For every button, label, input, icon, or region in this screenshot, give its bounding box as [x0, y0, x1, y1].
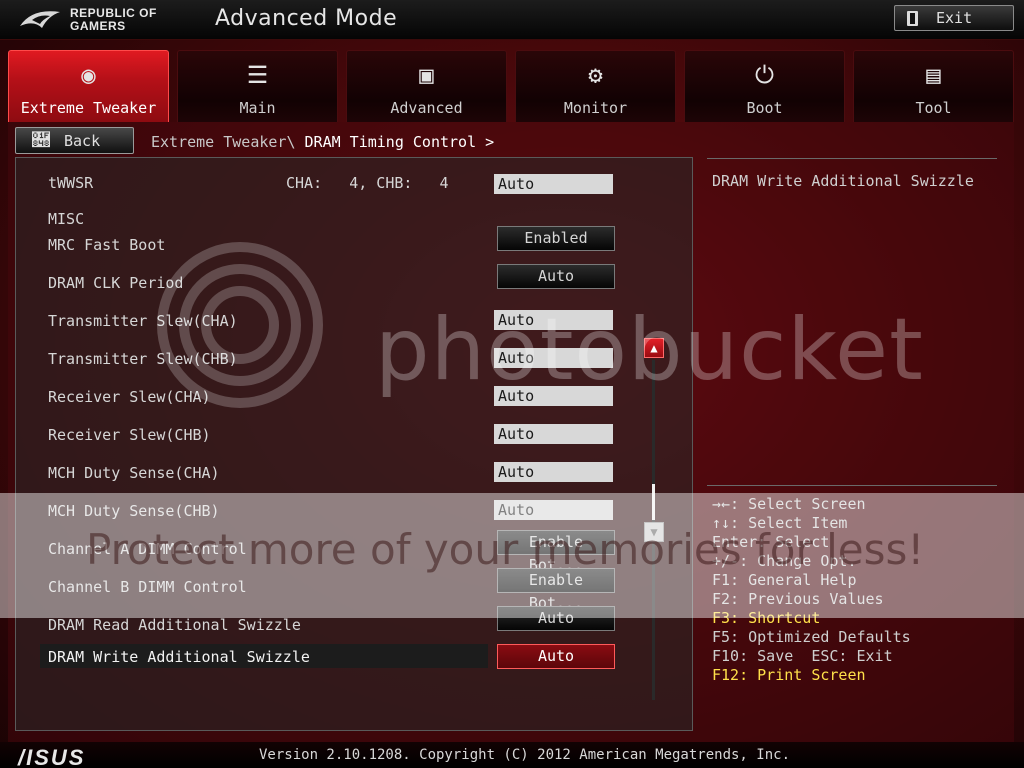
tweaker-icon: ◉ [81, 61, 96, 89]
key-hint: +/-: Change Opt. [712, 552, 857, 570]
key-hint: F1: General Help [712, 571, 857, 589]
key-hint-shortcut[interactable]: F3: Shortcut [712, 609, 911, 628]
asus-logo: /ISUS [18, 745, 86, 768]
scroll-down-arrow-icon[interactable]: ▼ [644, 522, 664, 542]
breadcrumb-parent[interactable]: Extreme Tweaker\ [151, 133, 296, 151]
back-button[interactable]: 🡈 Back [15, 127, 134, 154]
setting-value-field[interactable]: Auto [494, 386, 613, 406]
setting-label: DRAM CLK Period [48, 274, 184, 292]
brand-line-2: GAMERS [70, 19, 126, 33]
setting-row-receiver-slew-cha[interactable]: Receiver Slew(CHA) Auto [16, 374, 692, 408]
key-hint-print-screen[interactable]: F12: Print Screen [712, 666, 911, 685]
tab-label: Extreme Tweaker [20, 99, 157, 117]
tab-label: Main [239, 99, 276, 117]
key-legend: →←: Select Screen ↑↓: Select Item Enter:… [712, 495, 911, 685]
setting-value-button[interactable]: Auto [497, 606, 615, 631]
setting-label: MRC Fast Boot [48, 236, 166, 254]
setting-label: tWWSR [48, 174, 94, 192]
tab-boot[interactable]: ⏻ Boot [684, 50, 845, 122]
tab-label: Boot [746, 99, 783, 117]
setting-label: MCH Duty Sense(CHB) [48, 502, 220, 520]
tab-advanced[interactable]: ▣ Advanced [346, 50, 507, 122]
scroll-thumb[interactable] [652, 484, 655, 520]
setting-label: DRAM Read Additional Swizzle [48, 616, 301, 634]
tab-label: Monitor [563, 99, 628, 117]
key-hint: F10: Save ESC: Exit [712, 647, 893, 665]
scroll-up-arrow-icon[interactable]: ▲ [644, 338, 664, 358]
key-hint: Enter: Select [712, 533, 830, 551]
main-tabs: ◉ Extreme Tweaker ☰ Main ▣ Advanced ⚙ Mo… [8, 50, 1014, 122]
back-arrow-icon: 🡈 [32, 130, 50, 151]
setting-label: Receiver Slew(CHB) [48, 426, 211, 444]
setting-value-button[interactable]: Enable Bot... [497, 530, 615, 574]
channel-values: CHA: 4, CHB: 4 [286, 174, 449, 192]
top-bar: REPUBLIC OF GAMERS Advanced Mode Exit [0, 0, 1024, 40]
key-hint: →←: Select Screen [712, 495, 866, 513]
setting-value-field[interactable]: Auto [494, 310, 613, 330]
exit-label: Exit [936, 9, 973, 27]
breadcrumb: Extreme Tweaker\ DRAM Timing Control > [151, 133, 494, 151]
setting-value-field[interactable]: Auto [494, 424, 613, 444]
key-hint: F2: Previous Values [712, 590, 884, 608]
setting-row-channel-b-dimm-control[interactable]: Channel B DIMM Control Enable Bot... [16, 564, 692, 612]
setting-row-mrc-fast-boot[interactable]: MRC Fast Boot Enabled [16, 222, 692, 256]
setting-value-field[interactable]: Auto [494, 500, 613, 520]
setting-value-button[interactable]: Enabled [497, 226, 615, 251]
setting-row-transmitter-slew-cha[interactable]: Transmitter Slew(CHA) Auto [16, 298, 692, 332]
tab-label: Advanced [390, 99, 463, 117]
setting-value-button[interactable]: Auto [497, 264, 615, 289]
setting-row-receiver-slew-chb[interactable]: Receiver Slew(CHB) Auto [16, 412, 692, 446]
mode-title: Advanced Mode [215, 6, 398, 31]
rog-eye-icon [20, 11, 60, 28]
exit-button[interactable]: Exit [894, 5, 1014, 31]
tab-extreme-tweaker[interactable]: ◉ Extreme Tweaker [8, 50, 169, 122]
toolbox-icon: ▤ [926, 61, 941, 89]
setting-row-dram-clk-period[interactable]: DRAM CLK Period Auto [16, 260, 692, 294]
setting-value-field[interactable]: Auto [494, 462, 613, 482]
setting-row-transmitter-slew-chb[interactable]: Transmitter Slew(CHB) Auto [16, 336, 692, 370]
power-icon: ⏻ [755, 61, 774, 89]
setting-row-mch-duty-sense-chb[interactable]: MCH Duty Sense(CHB) Auto [16, 488, 692, 522]
gauge-icon: ⚙ [588, 61, 603, 89]
setting-row-dram-read-additional-swizzle[interactable]: DRAM Read Additional Swizzle Auto [16, 602, 692, 636]
setting-value-field[interactable]: Auto [494, 348, 613, 368]
setting-label: DRAM Write Additional Swizzle [48, 648, 310, 666]
rog-logo: REPUBLIC OF GAMERS [18, 4, 178, 36]
help-divider-top [707, 158, 997, 159]
setting-label: Receiver Slew(CHA) [48, 388, 211, 406]
setting-value-button[interactable]: Enable Bot... [497, 568, 615, 612]
setting-label: MCH Duty Sense(CHA) [48, 464, 220, 482]
tab-label: Tool [915, 99, 952, 117]
key-hint: ↑↓: Select Item [712, 514, 848, 532]
tab-monitor[interactable]: ⚙ Monitor [515, 50, 676, 122]
settings-list[interactable]: tWWSR CHA: 4, CHB: 4 Auto MISC MRC Fast … [15, 157, 693, 731]
help-divider-keys [707, 485, 997, 486]
advanced-icon: ▣ [419, 61, 434, 89]
breadcrumb-current: DRAM Timing Control > [304, 133, 495, 151]
setting-label: Transmitter Slew(CHA) [48, 312, 238, 330]
help-description: DRAM Write Additional Swizzle [712, 172, 974, 190]
version-text: Version 2.10.1208. Copyright (C) 2012 Am… [259, 747, 791, 763]
back-label: Back [64, 131, 101, 150]
tab-tool[interactable]: ▤ Tool [853, 50, 1014, 122]
key-hint: F5: Optimized Defaults [712, 628, 911, 646]
exit-door-icon [907, 10, 918, 26]
tab-main[interactable]: ☰ Main [177, 50, 338, 122]
setting-value-field[interactable]: Auto [494, 174, 613, 194]
setting-label: Channel B DIMM Control [48, 578, 247, 596]
setting-row-channel-a-dimm-control[interactable]: Channel A DIMM Control Enable Bot... [16, 526, 692, 574]
list-icon: ☰ [246, 61, 269, 89]
setting-label: Transmitter Slew(CHB) [48, 350, 238, 368]
setting-value-button[interactable]: Auto [497, 644, 615, 669]
scrollbar[interactable]: ▲ ▼ [644, 338, 668, 726]
setting-row-twwsr[interactable]: tWWSR CHA: 4, CHB: 4 Auto [16, 164, 692, 198]
setting-label: Channel A DIMM Control [48, 540, 247, 558]
setting-row-dram-write-additional-swizzle[interactable]: DRAM Write Additional Swizzle Auto [16, 640, 692, 674]
setting-row-mch-duty-sense-cha[interactable]: MCH Duty Sense(CHA) Auto [16, 450, 692, 484]
